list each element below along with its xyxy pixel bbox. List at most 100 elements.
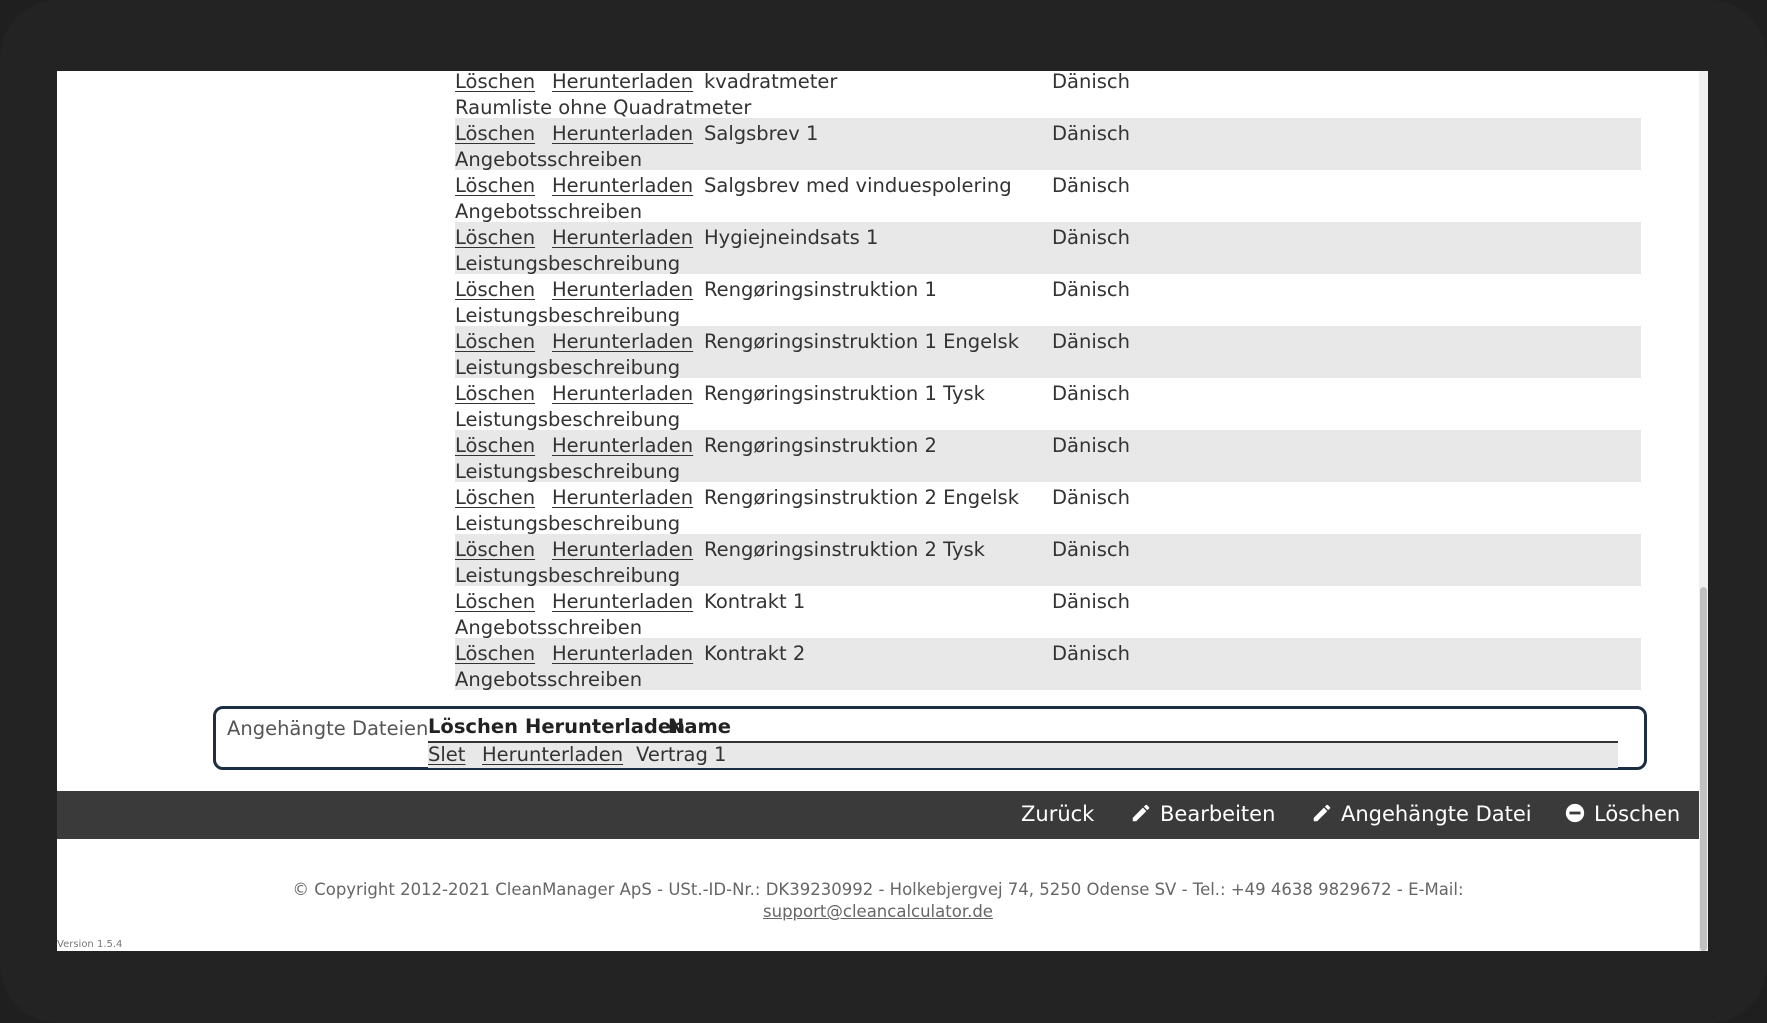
document-download-link[interactable]: Herunterladen	[552, 434, 693, 458]
document-name: Kontrakt 1	[704, 590, 806, 613]
document-download-link[interactable]: Herunterladen	[552, 278, 693, 302]
attachment-name: Vertrag 1	[636, 743, 727, 766]
scrollbar-track[interactable]	[1699, 71, 1708, 951]
pencil-icon	[1132, 804, 1150, 822]
document-delete-link[interactable]: Löschen	[455, 71, 535, 94]
document-type: Leistungsbeschreibung	[455, 564, 681, 587]
document-download-link[interactable]: Herunterladen	[552, 226, 693, 250]
edit-button-label: Bearbeiten	[1160, 802, 1276, 826]
document-name: Rengøringsinstruktion 1 Tysk	[704, 382, 985, 405]
document-language: Dänisch	[1052, 226, 1130, 249]
document-download-link[interactable]: Herunterladen	[552, 486, 693, 510]
document-delete-link[interactable]: Löschen	[455, 174, 535, 198]
document-type: Leistungsbeschreibung	[455, 512, 681, 535]
document-list: Löschen Herunterladen kvadratmeter Dänisch R…	[455, 71, 1641, 691]
document-name: Rengøringsinstruktion 2	[704, 434, 937, 457]
delete-button[interactable]: Löschen	[1564, 802, 1680, 826]
copyright-text: © Copyright 2012-2021 CleanManager ApS -…	[292, 880, 1464, 899]
support-email-link[interactable]: support@cleancalculator.de	[763, 902, 993, 921]
browser-viewport: Löschen Herunterladen kvadratmeter Dänisch R…	[57, 71, 1708, 951]
document-row: Löschen Herunterladen Kontrakt 2 Dänisch Ang…	[455, 638, 1641, 691]
document-type: Leistungsbeschreibung	[455, 460, 681, 483]
document-delete-link[interactable]: Löschen	[455, 382, 535, 406]
document-row: Löschen Herunterladen Kontrakt 1 Dänisch Ang…	[455, 586, 1641, 639]
header-download: Herunterladen	[525, 715, 685, 738]
device-frame: Löschen Herunterladen kvadratmeter Dänisch R…	[0, 0, 1767, 1023]
document-delete-link[interactable]: Löschen	[455, 278, 535, 302]
document-download-link[interactable]: Herunterladen	[552, 538, 693, 562]
document-delete-link[interactable]: Löschen	[455, 642, 535, 666]
document-row: Löschen Herunterladen Rengøringsinstruktio…	[455, 482, 1641, 535]
header-delete: Löschen	[428, 715, 518, 738]
document-language: Dänisch	[1052, 122, 1130, 145]
attachments-section: Angehängte Dateien Löschen Herunterladen…	[213, 706, 1647, 770]
header-name: Name	[668, 715, 732, 738]
document-download-link[interactable]: Herunterladen	[552, 174, 693, 198]
document-type: Angebotsschreiben	[455, 616, 643, 639]
footer: © Copyright 2012-2021 CleanManager ApS -…	[57, 879, 1699, 923]
document-download-link[interactable]: Herunterladen	[552, 642, 693, 666]
document-row: Löschen Herunterladen Rengøringsinstruktio…	[455, 430, 1641, 483]
document-language: Dänisch	[1052, 382, 1130, 405]
delete-button-label: Löschen	[1594, 802, 1681, 826]
document-row: Löschen Herunterladen Rengøringsinstruktio…	[455, 534, 1641, 587]
document-row: Löschen Herunterladen Salgsbrev med vindue…	[455, 170, 1641, 223]
minus-circle-icon	[1565, 803, 1585, 823]
document-delete-link[interactable]: Löschen	[455, 590, 535, 614]
action-bar: Zurück Bearbeiten Angehängte Datei Lösch…	[57, 791, 1699, 839]
document-name: kvadratmeter	[704, 71, 838, 93]
document-language: Dänisch	[1052, 278, 1130, 301]
document-name: Rengøringsinstruktion 1 Engelsk	[704, 330, 1019, 353]
document-download-link[interactable]: Herunterladen	[552, 122, 693, 146]
attachments-label: Angehängte Dateien	[227, 717, 429, 740]
document-type: Angebotsschreiben	[455, 148, 643, 171]
attachment-row: Slet Herunterladen Vertrag 1	[428, 743, 1618, 768]
attachments-table-header: Löschen Herunterladen Name	[428, 715, 1618, 743]
edit-button[interactable]: Bearbeiten	[1130, 802, 1275, 826]
document-delete-link[interactable]: Löschen	[455, 434, 535, 458]
document-row: Löschen Herunterladen Salgsbrev 1 Dänisch An…	[455, 118, 1641, 171]
document-row: Löschen Herunterladen Rengøringsinstruktio…	[455, 326, 1641, 379]
document-type: Raumliste ohne Quadratmeter	[455, 96, 752, 119]
document-type: Leistungsbeschreibung	[455, 408, 681, 431]
document-row: Löschen Herunterladen kvadratmeter Dänisch R…	[455, 71, 1641, 119]
document-language: Dänisch	[1052, 590, 1130, 613]
document-name: Rengøringsinstruktion 2 Engelsk	[704, 486, 1019, 509]
document-download-link[interactable]: Herunterladen	[552, 71, 693, 94]
document-language: Dänisch	[1052, 174, 1130, 197]
back-button[interactable]: Zurück	[1021, 802, 1094, 826]
document-language: Dänisch	[1052, 642, 1130, 665]
document-row: Löschen Herunterladen Hygiejneindsats 1 Dän…	[455, 222, 1641, 275]
document-language: Dänisch	[1052, 330, 1130, 353]
document-download-link[interactable]: Herunterladen	[552, 382, 693, 406]
document-type: Leistungsbeschreibung	[455, 252, 681, 275]
pencil-icon	[1313, 804, 1331, 822]
document-type: Leistungsbeschreibung	[455, 304, 681, 327]
document-type: Angebotsschreiben	[455, 200, 643, 223]
document-download-link[interactable]: Herunterladen	[552, 590, 693, 614]
document-delete-link[interactable]: Löschen	[455, 486, 535, 510]
document-delete-link[interactable]: Löschen	[455, 330, 535, 354]
attachment-download-link[interactable]: Herunterladen	[482, 743, 623, 766]
document-delete-link[interactable]: Löschen	[455, 122, 535, 146]
document-name: Hygiejneindsats 1	[704, 226, 879, 249]
document-name: Salgsbrev 1	[704, 122, 819, 145]
document-language: Dänisch	[1052, 486, 1130, 509]
scrollbar-thumb[interactable]	[1700, 587, 1707, 951]
document-type: Leistungsbeschreibung	[455, 356, 681, 379]
document-delete-link[interactable]: Löschen	[455, 226, 535, 250]
document-language: Dänisch	[1052, 538, 1130, 561]
document-language: Dänisch	[1052, 434, 1130, 457]
document-name: Rengøringsinstruktion 2 Tysk	[704, 538, 985, 561]
document-name: Salgsbrev med vinduespolering	[704, 174, 1012, 197]
document-row: Löschen Herunterladen Rengøringsinstruktio…	[455, 274, 1641, 327]
document-name: Rengøringsinstruktion 1	[704, 278, 937, 301]
document-name: Kontrakt 2	[704, 642, 806, 665]
attach-file-button-label: Angehängte Datei	[1341, 802, 1532, 826]
document-delete-link[interactable]: Löschen	[455, 538, 535, 562]
document-language: Dänisch	[1052, 71, 1130, 93]
attach-file-button[interactable]: Angehängte Datei	[1311, 802, 1532, 826]
document-type: Angebotsschreiben	[455, 668, 643, 691]
document-download-link[interactable]: Herunterladen	[552, 330, 693, 354]
attachment-delete-link[interactable]: Slet	[428, 743, 465, 766]
